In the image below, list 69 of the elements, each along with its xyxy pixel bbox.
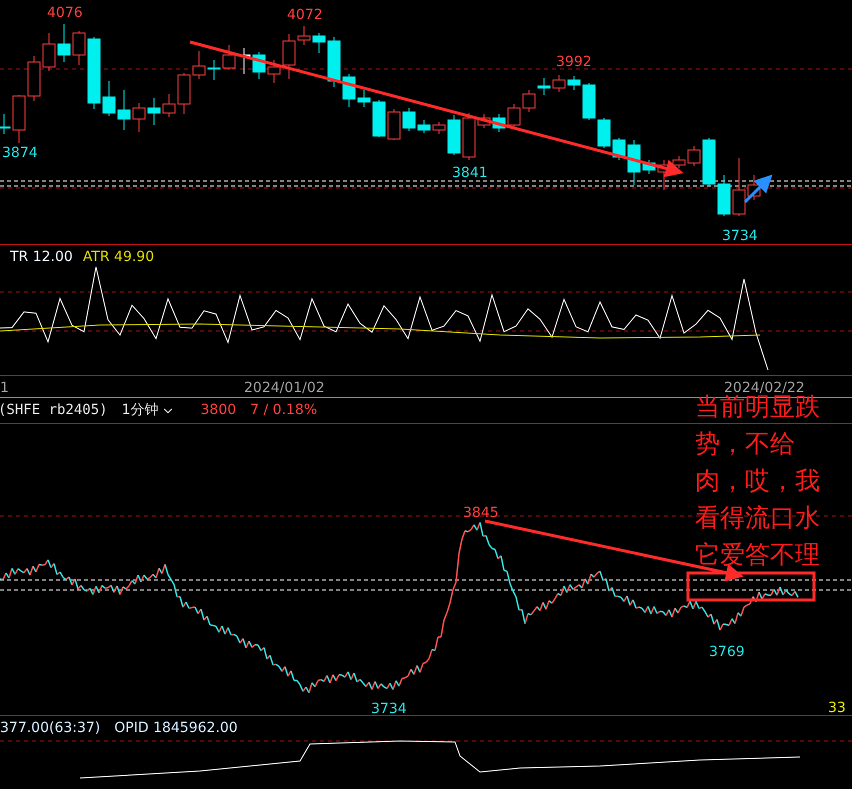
candle (598, 118, 610, 148)
tr-value: TR 12.00 (10, 248, 73, 267)
candle (28, 56, 40, 102)
date-label: 2024/01/02 (244, 379, 325, 398)
candle (252, 52, 266, 80)
candle (642, 160, 656, 174)
atr-value: ATR 49.90 (82, 248, 154, 267)
candle (222, 44, 236, 70)
date-label: 1 (0, 379, 9, 398)
candle (328, 36, 340, 88)
candle (268, 60, 280, 84)
price-label: 3845 (463, 505, 499, 521)
candle (628, 140, 640, 186)
price-label: 4072 (287, 7, 323, 23)
candle (462, 112, 476, 160)
candle (0, 114, 10, 134)
candle (178, 72, 190, 114)
countdown-label: 33 (828, 699, 846, 718)
candle (732, 158, 746, 216)
candle (568, 76, 580, 90)
price-change: 7 / 0.18% (250, 401, 318, 420)
opid-value: OPID 1845962.00 (114, 719, 238, 738)
candle (208, 60, 220, 80)
candle (388, 108, 400, 140)
candle (298, 26, 310, 46)
candle (42, 32, 56, 72)
candle (238, 48, 250, 74)
candle (192, 50, 206, 80)
candle (538, 78, 550, 96)
candle (688, 146, 700, 166)
candle (102, 80, 116, 116)
candle (12, 94, 26, 144)
candle (402, 108, 416, 132)
candle (748, 174, 760, 200)
candle (118, 90, 130, 130)
candle (312, 32, 326, 54)
candle (672, 156, 686, 168)
candle (418, 120, 430, 134)
up-arrow (744, 174, 772, 204)
candle (162, 94, 176, 118)
candle (58, 24, 70, 62)
symbol-label: (SHFE rb2405) (0, 401, 108, 420)
candle (148, 98, 160, 126)
candle (132, 102, 146, 132)
price-label: 4076 (47, 5, 83, 21)
candle (432, 122, 446, 134)
candle (478, 114, 490, 128)
candle (72, 30, 86, 66)
candle (522, 90, 536, 112)
price-label: 3734 (722, 228, 758, 244)
price-label: 3874 (2, 145, 38, 161)
last-price: 3800 (200, 401, 236, 420)
candle (702, 138, 716, 186)
candle (552, 74, 566, 92)
candle (358, 90, 370, 108)
candle (508, 104, 520, 128)
candle (492, 114, 506, 132)
candle (282, 34, 296, 80)
candle (342, 74, 356, 108)
price-label: 3841 (452, 165, 488, 181)
price-label: 3734 (371, 701, 407, 717)
price-label: 3992 (556, 54, 592, 70)
price-label: 3769 (709, 644, 745, 660)
oi-value: 377.00(63:37) (0, 719, 100, 738)
candle (582, 82, 596, 120)
period-selector[interactable]: 1分钟 (122, 400, 174, 421)
candle (448, 114, 460, 156)
candle (372, 100, 386, 138)
candle (718, 174, 730, 216)
